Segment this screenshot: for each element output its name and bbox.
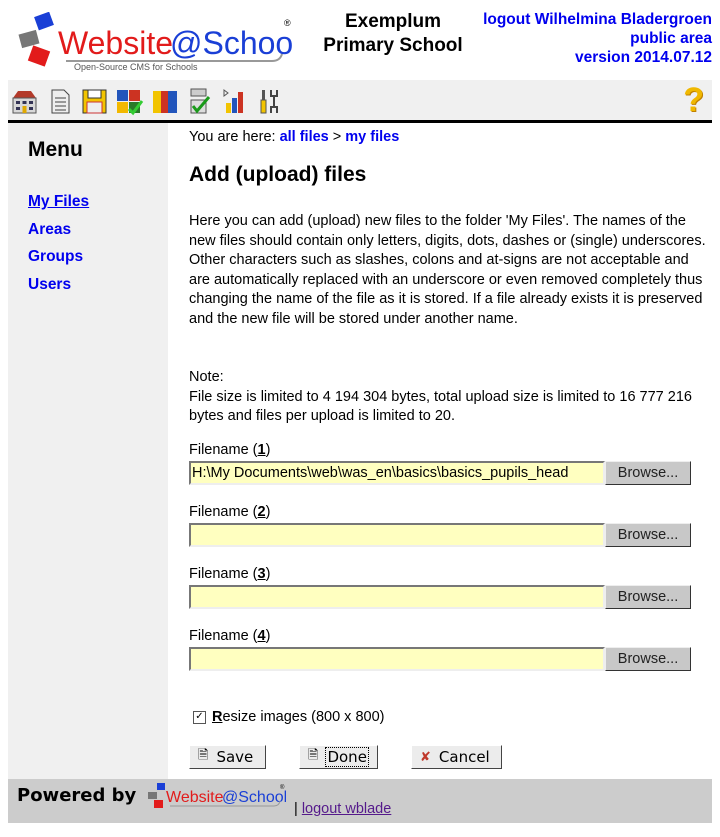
footer-logout-link[interactable]: logout wblade [302, 801, 392, 817]
browse-button-1[interactable]: Browse... [605, 461, 691, 485]
school-name-line1: Exemplum [344, 11, 442, 32]
sidebar-item-areas[interactable]: Areas [28, 216, 89, 244]
done-button[interactable]: 🗎 Done [299, 745, 378, 769]
note-label: Note: [189, 369, 224, 385]
checklist-icon[interactable] [185, 87, 214, 116]
footer-logout: | logout wblade [294, 801, 392, 817]
filename-field-3: Filename (3) Browse... [189, 565, 709, 609]
footer: Powered by Website @School ® | logout wb… [8, 779, 712, 823]
menu-title: Menu [28, 138, 83, 161]
filename-field-4: Filename (4) Browse... [189, 627, 709, 671]
public-area-link[interactable]: public area [630, 30, 712, 47]
note-text: Note: File size is limited to 4 194 304 … [189, 368, 709, 427]
resize-images-label: esize images (800 x 800) [222, 709, 385, 725]
filename-label-1: Filename (1) [189, 442, 271, 458]
resize-images-option[interactable]: ✓ Resize images (800 x 800) [193, 709, 384, 725]
resize-images-checkbox[interactable]: ✓ [193, 710, 206, 724]
intro-text: Here you can add (upload) new files to t… [189, 213, 706, 327]
help-icon[interactable]: ? [683, 82, 704, 118]
toolbar: ? [8, 80, 712, 123]
page-title: Add (upload) files [189, 163, 367, 186]
filename-label-3: Filename (3) [189, 566, 271, 582]
breadcrumb-prefix: You are here: [189, 129, 276, 145]
page-icon[interactable] [45, 87, 74, 116]
footer-logo[interactable]: Website @School ® [146, 781, 286, 815]
filename-input-3[interactable] [189, 585, 605, 609]
document-icon: 🗎 [308, 748, 319, 763]
school-name: Exemplum Primary School [298, 10, 488, 58]
cross-icon: ✘ [420, 749, 431, 765]
sidebar-item-my-files[interactable]: My Files [28, 188, 89, 216]
svg-text:®: ® [284, 18, 291, 28]
filename-label-4: Filename (4) [189, 628, 271, 644]
breadcrumb-all-files[interactable]: all files [280, 129, 329, 145]
user-info: logout Wilhelmina Bladergroen public are… [483, 10, 712, 67]
document-icon: 🗎 [198, 748, 209, 763]
note-body: File size is limited to 4 194 304 bytes,… [189, 388, 692, 425]
header: Website @School Open-Source CMS for Scho… [8, 8, 712, 80]
school-name-line2: Primary School [323, 35, 463, 56]
stats-icon[interactable] [220, 87, 249, 116]
users-icon[interactable] [150, 87, 179, 116]
filename-input-2[interactable] [189, 523, 605, 547]
sidebar-item-users[interactable]: Users [28, 271, 89, 299]
svg-text:@School: @School [222, 789, 286, 806]
resize-accesskey: R [212, 709, 223, 725]
browse-button-3[interactable]: Browse... [605, 585, 691, 609]
website-at-school-logo[interactable]: Website @School Open-Source CMS for Scho… [14, 12, 294, 74]
svg-text:Website: Website [166, 789, 224, 806]
tools-icon[interactable] [255, 87, 284, 116]
browse-button-4[interactable]: Browse... [605, 647, 691, 671]
menu-items: My Files Areas Groups Users [28, 188, 89, 298]
breadcrumb: You are here: all files > my files [189, 129, 399, 145]
filename-label-2: Filename (2) [189, 504, 271, 520]
logout-link[interactable]: logout Wilhelmina Bladergroen [483, 11, 712, 28]
breadcrumb-my-files[interactable]: my files [345, 129, 399, 145]
sidebar-item-groups[interactable]: Groups [28, 243, 89, 271]
version-label: version 2014.07.12 [574, 49, 712, 66]
save-disk-icon[interactable] [80, 87, 109, 116]
svg-text:@School: @School [170, 25, 294, 61]
svg-text:®: ® [280, 784, 285, 791]
filename-input-1[interactable]: H:\My Documents\web\was_en\basics\basics… [189, 461, 605, 485]
browse-button-2[interactable]: Browse... [605, 523, 691, 547]
filename-input-4[interactable] [189, 647, 605, 671]
powered-by-label: Powered by [17, 785, 137, 806]
svg-text:Open-Source CMS for Schools: Open-Source CMS for Schools [74, 62, 198, 72]
logo-word: Website [58, 25, 173, 61]
cancel-button[interactable]: ✘ Cancel [411, 745, 502, 769]
filename-field-1: Filename (1) H:\My Documents\web\was_en\… [189, 441, 709, 485]
breadcrumb-separator: > [332, 129, 342, 145]
save-button[interactable]: 🗎 Save [189, 745, 266, 769]
filename-field-2: Filename (2) Browse... [189, 503, 709, 547]
modules-icon[interactable] [115, 87, 144, 116]
page: Website @School Open-Source CMS for Scho… [8, 8, 712, 823]
sidebar: Menu My Files Areas Groups Users [8, 123, 168, 779]
home-icon[interactable] [10, 87, 39, 116]
